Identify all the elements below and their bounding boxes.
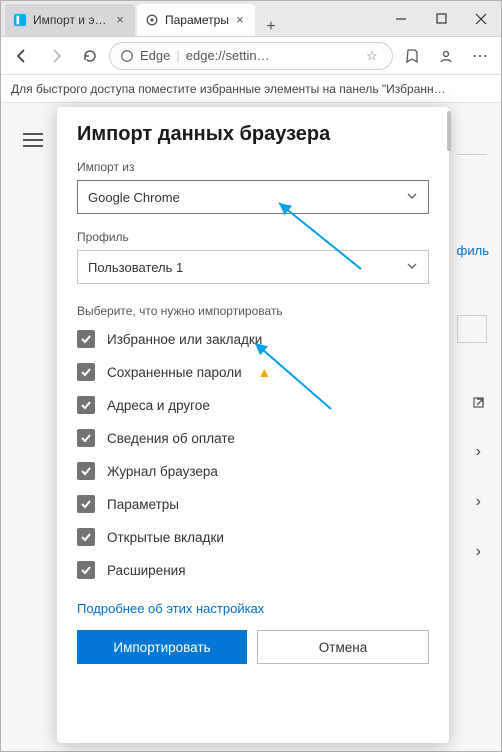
import-item-row: Сведения об оплате: [77, 429, 429, 447]
import-item-row: Журнал браузера: [77, 462, 429, 480]
checkbox[interactable]: [77, 429, 95, 447]
tab-favicon: [13, 13, 27, 27]
tab-label: Импорт и эк…: [33, 13, 109, 27]
new-tab-button[interactable]: +: [257, 18, 285, 36]
checkbox[interactable]: [77, 561, 95, 579]
close-icon[interactable]: ×: [233, 13, 247, 27]
warning-icon: ▲: [258, 365, 271, 380]
chevron-right-icon[interactable]: ›: [476, 443, 481, 461]
chevron-down-icon: [406, 260, 418, 275]
external-link-icon[interactable]: [473, 395, 487, 414]
import-item-label: Избранное или закладки: [107, 332, 262, 347]
import-item-row: Открытые вкладки: [77, 528, 429, 546]
learn-more-link[interactable]: Подробнее об этих настройках: [77, 601, 429, 616]
close-icon[interactable]: ×: [113, 13, 127, 27]
import-item-label: Журнал браузера: [107, 464, 218, 479]
favorites-button[interactable]: [397, 41, 427, 71]
profile-value: Пользователь 1: [88, 260, 183, 275]
edge-logo-icon: [120, 49, 134, 63]
import-item-row: Избранное или закладки: [77, 330, 429, 348]
checkbox[interactable]: [77, 495, 95, 513]
tab-label: Параметры: [165, 13, 229, 27]
maximize-button[interactable]: [421, 1, 461, 36]
import-item-label: Сохраненные пароли: [107, 365, 242, 380]
import-button[interactable]: Импортировать: [77, 630, 247, 664]
checkbox[interactable]: [77, 528, 95, 546]
import-item-label: Расширения: [107, 563, 186, 578]
import-from-select[interactable]: Google Chrome: [77, 180, 429, 214]
background-box: [457, 315, 487, 343]
import-item-row: Расширения: [77, 561, 429, 579]
favorite-icon[interactable]: ☆: [366, 48, 382, 64]
window-titlebar: Импорт и эк… × Параметры × +: [1, 1, 501, 37]
import-browser-data-dialog: Импорт данных браузера Импорт из Google …: [57, 107, 449, 743]
tab-settings[interactable]: Параметры ×: [137, 4, 255, 36]
profile-button[interactable]: [431, 41, 461, 71]
tab-strip: Импорт и эк… × Параметры × +: [1, 1, 381, 36]
import-from-label: Импорт из: [77, 160, 429, 174]
dialog-title: Импорт данных браузера: [77, 123, 429, 146]
import-item-row: Адреса и другое: [77, 396, 429, 414]
import-from-value: Google Chrome: [88, 190, 180, 205]
checkbox[interactable]: [77, 330, 95, 348]
choose-items-label: Выберите, что нужно импортировать: [77, 304, 429, 318]
checkbox[interactable]: [77, 363, 95, 381]
import-item-label: Адреса и другое: [107, 398, 210, 413]
chevron-right-icon[interactable]: ›: [476, 543, 481, 561]
import-item-label: Сведения об оплате: [107, 431, 235, 446]
import-item-label: Открытые вкладки: [107, 530, 224, 545]
profile-select[interactable]: Пользователь 1: [77, 250, 429, 284]
import-item-row: Сохраненные пароли ▲: [77, 363, 429, 381]
address-prefix: Edge: [140, 48, 170, 63]
import-items-list: Избранное или закладки Сохраненные пароли…: [77, 330, 429, 579]
address-text: edge://settin…: [186, 48, 360, 63]
chevron-down-icon: [406, 190, 418, 205]
minimize-button[interactable]: [381, 1, 421, 36]
checkbox[interactable]: [77, 396, 95, 414]
separator: |: [176, 48, 179, 63]
background-box: [457, 135, 487, 155]
scrollbar-thumb[interactable]: [447, 111, 451, 151]
forward-button[interactable]: [41, 41, 71, 71]
toolbar: Edge | edge://settin… ☆ ⋯: [1, 37, 501, 75]
tab-import-export[interactable]: Импорт и эк… ×: [5, 4, 135, 36]
chevron-right-icon[interactable]: ›: [476, 493, 481, 511]
import-item-label: Параметры: [107, 497, 179, 512]
close-window-button[interactable]: [461, 1, 501, 36]
gear-icon: [145, 13, 159, 27]
cancel-button[interactable]: Отмена: [257, 630, 429, 664]
checkbox[interactable]: [77, 462, 95, 480]
bookmarks-bar-hint: Для быстрого доступа поместите избранные…: [1, 75, 501, 103]
refresh-button[interactable]: [75, 41, 105, 71]
menu-button[interactable]: ⋯: [465, 41, 495, 71]
back-button[interactable]: [7, 41, 37, 71]
background-link[interactable]: филь: [457, 243, 489, 258]
import-item-row: Параметры: [77, 495, 429, 513]
hamburger-icon[interactable]: [23, 133, 43, 147]
dialog-buttons: Импортировать Отмена: [77, 630, 429, 664]
profile-label: Профиль: [77, 230, 429, 244]
window-controls: [381, 1, 501, 36]
address-bar[interactable]: Edge | edge://settin… ☆: [109, 42, 393, 70]
